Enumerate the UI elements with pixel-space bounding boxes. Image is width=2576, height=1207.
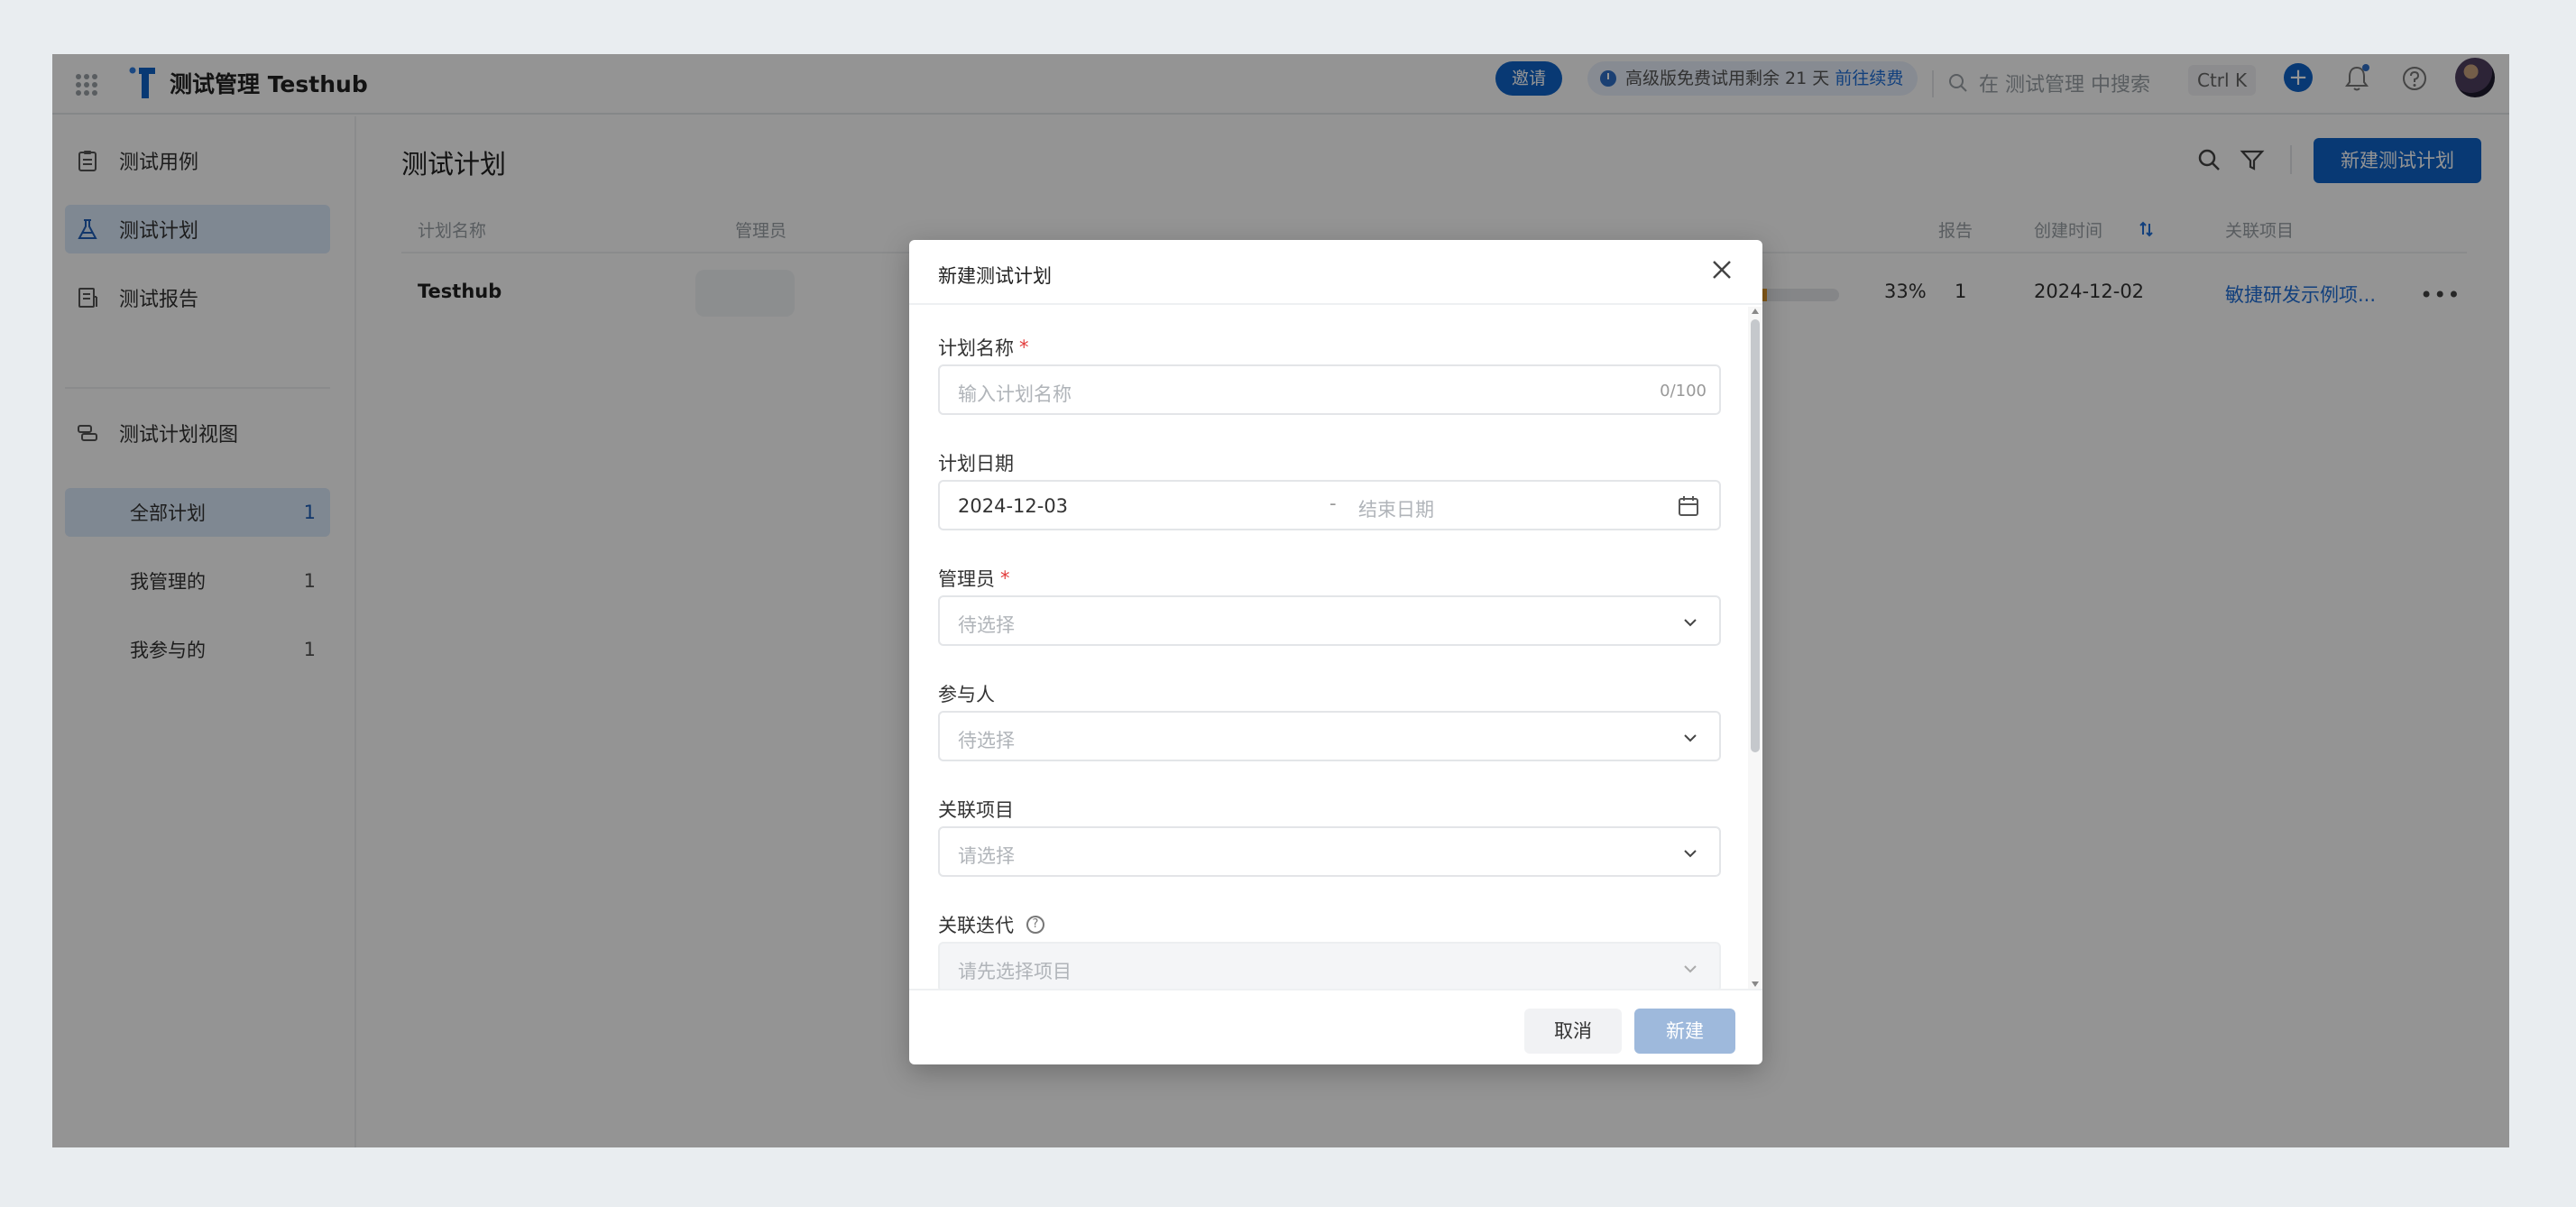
date-separator: - xyxy=(1329,493,1337,514)
scrollbar-thumb[interactable] xyxy=(1751,319,1760,752)
help-icon[interactable]: ? xyxy=(1026,916,1044,934)
dialog-header: 新建测试计划 xyxy=(909,240,1762,305)
chevron-down-icon xyxy=(1684,965,1697,973)
iteration-label: 关联迭代 ? xyxy=(938,911,1044,938)
chevron-down-icon xyxy=(1684,734,1697,742)
cancel-button[interactable]: 取消 xyxy=(1524,1009,1622,1054)
dialog-scrollbar[interactable] xyxy=(1748,307,1762,989)
end-date-placeholder[interactable]: 结束日期 xyxy=(1358,495,1434,522)
calendar-icon[interactable] xyxy=(1678,495,1699,517)
plan-name-input[interactable]: 输入计划名称 0/100 xyxy=(938,364,1721,415)
admin-select[interactable]: 待选择 xyxy=(938,595,1721,646)
project-select[interactable]: 请选择 xyxy=(938,826,1721,877)
new-test-plan-dialog: 新建测试计划 计划名称 * 输入计划名称 0/100 计划日期 2024-12-0… xyxy=(909,240,1762,1064)
plan-name-label: 计划名称 * xyxy=(938,336,1029,359)
create-button[interactable]: 新建 xyxy=(1634,1009,1735,1054)
close-icon[interactable] xyxy=(1708,256,1735,283)
select-placeholder: 请先选择项目 xyxy=(958,961,1072,982)
char-counter: 0/100 xyxy=(1660,382,1707,401)
plan-date-label: 计划日期 xyxy=(938,453,1014,475)
start-date[interactable]: 2024-12-03 xyxy=(958,495,1068,517)
scroll-up-arrow[interactable] xyxy=(1752,309,1759,314)
participants-label: 参与人 xyxy=(938,684,995,705)
dialog-body: 计划名称 * 输入计划名称 0/100 计划日期 2024-12-03 - 结束日… xyxy=(909,307,1746,989)
dialog-footer: 取消 新建 xyxy=(909,989,1762,1064)
app-window: 测试管理 Testhub 邀请 高级版免费试用剩余 21 天 前往续费 在 测试… xyxy=(52,54,2509,1147)
project-label: 关联项目 xyxy=(938,799,1014,821)
iteration-select: 请先选择项目 xyxy=(938,942,1721,989)
select-placeholder: 待选择 xyxy=(958,614,1015,636)
admin-label: 管理员 * xyxy=(938,567,1010,590)
input-placeholder: 输入计划名称 xyxy=(958,383,1072,405)
plan-date-range[interactable]: 2024-12-03 - 结束日期 xyxy=(938,480,1721,530)
select-placeholder: 请选择 xyxy=(958,845,1015,867)
select-placeholder: 待选择 xyxy=(958,730,1015,751)
chevron-down-icon xyxy=(1684,619,1697,627)
chevron-down-icon xyxy=(1684,850,1697,858)
scroll-down-arrow[interactable] xyxy=(1752,981,1759,987)
dialog-title: 新建测试计划 xyxy=(938,265,1052,287)
participants-select[interactable]: 待选择 xyxy=(938,711,1721,761)
